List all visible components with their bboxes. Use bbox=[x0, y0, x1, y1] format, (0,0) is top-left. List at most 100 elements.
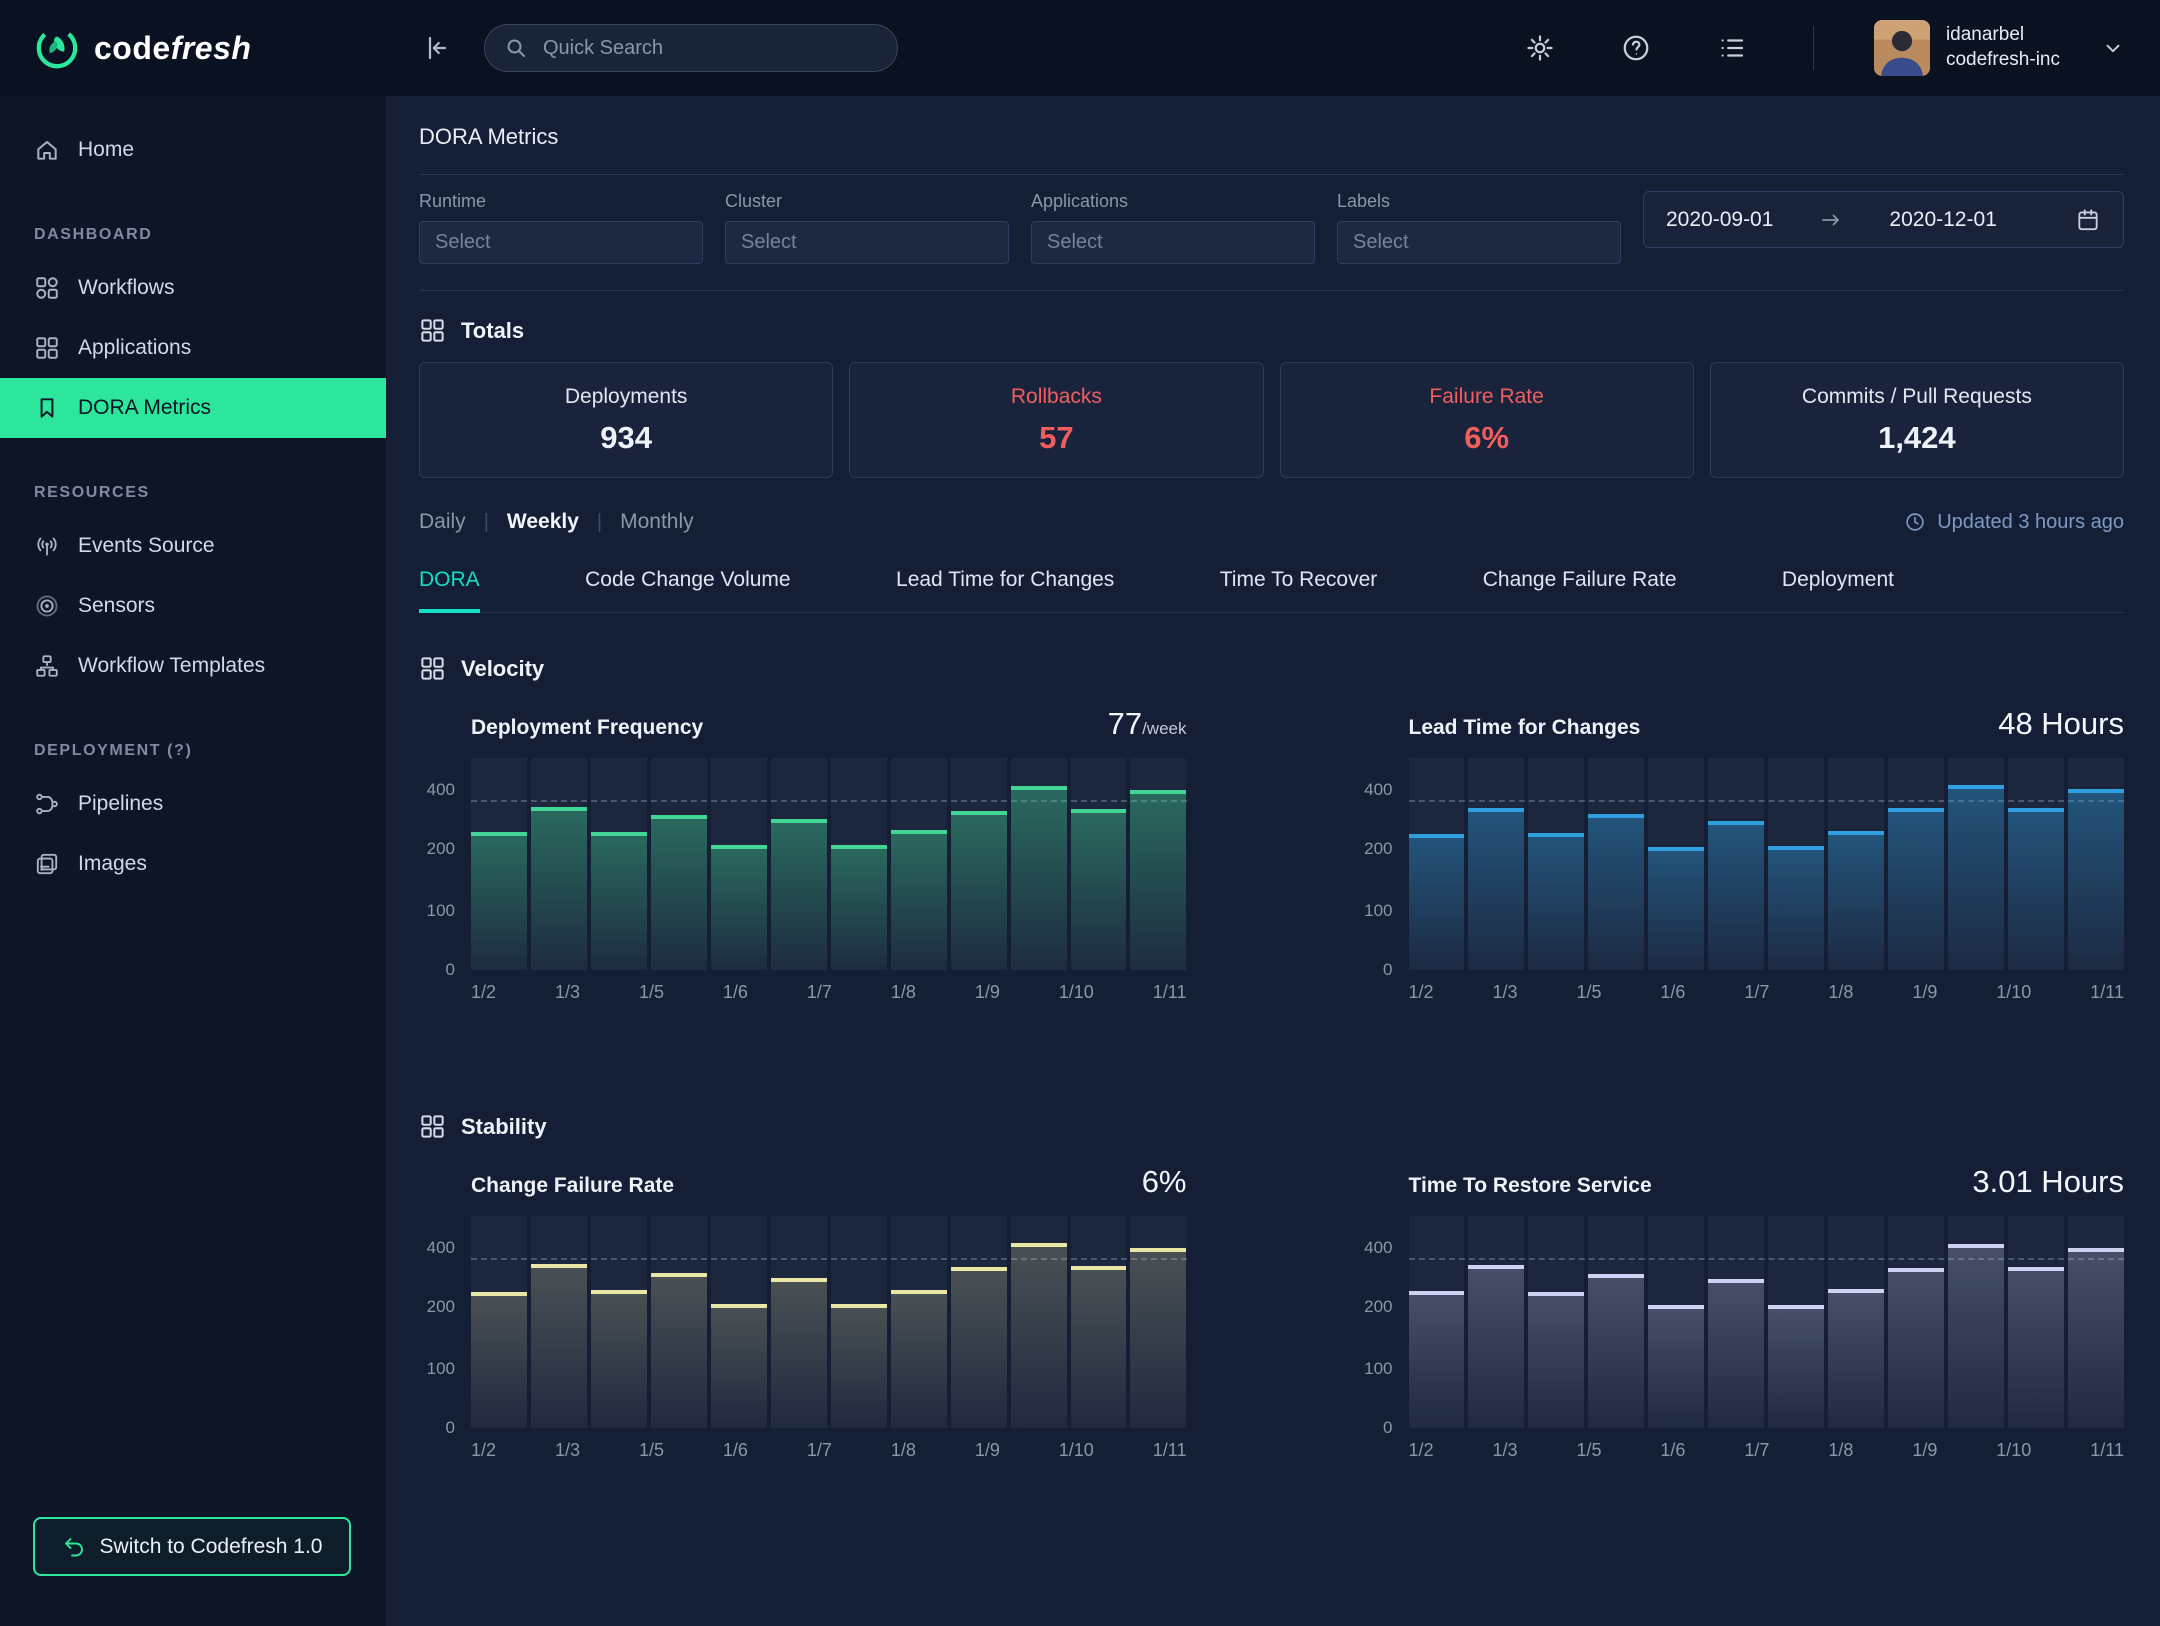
applications-icon bbox=[34, 335, 60, 361]
metric-tabs: DORA Code Change Volume Lead Time for Ch… bbox=[419, 568, 2124, 613]
collapse-sidebar-button[interactable] bbox=[414, 27, 456, 69]
bar bbox=[891, 1290, 947, 1428]
bar-column bbox=[1828, 1216, 1884, 1428]
changelog-button[interactable] bbox=[1711, 27, 1753, 69]
settings-button[interactable] bbox=[1519, 27, 1561, 69]
tab-dora[interactable]: DORA bbox=[419, 568, 480, 613]
filter-runtime: Runtime Select bbox=[419, 191, 703, 264]
sidebar-item-label: Applications bbox=[78, 336, 191, 360]
card-label: Failure Rate bbox=[1429, 385, 1543, 409]
y-axis-tick: 200 bbox=[427, 839, 455, 859]
cluster-select[interactable]: Select bbox=[725, 221, 1009, 264]
x-axis-label: 1/9 bbox=[975, 1440, 1000, 1461]
clock-icon bbox=[1904, 511, 1926, 533]
tab-deployment[interactable]: Deployment bbox=[1782, 568, 1894, 613]
sidebar-item-dora-metrics[interactable]: DORA Metrics bbox=[0, 378, 386, 438]
runtime-select[interactable]: Select bbox=[419, 221, 703, 264]
bar-column bbox=[1011, 758, 1067, 970]
codefresh-logo[interactable]: codefresh bbox=[34, 25, 386, 71]
applications-select[interactable]: Select bbox=[1031, 221, 1315, 264]
card-value: 1,424 bbox=[1878, 420, 1956, 456]
bar bbox=[1130, 790, 1186, 970]
x-axis-label: 1/11 bbox=[2090, 982, 2124, 1003]
bar-column bbox=[711, 758, 767, 970]
deployment-frequency-chart: Deployment Frequency 77/week 4002001000 … bbox=[419, 706, 1187, 1003]
bar bbox=[1708, 1279, 1764, 1428]
bar bbox=[1071, 809, 1127, 970]
card-deployments: Deployments 934 bbox=[419, 362, 833, 478]
x-axis-label: 1/6 bbox=[1660, 1440, 1685, 1461]
header-divider bbox=[1813, 26, 1814, 70]
sidebar-item-workflows[interactable]: Workflows bbox=[0, 258, 386, 318]
sidebar-item-workflow-templates[interactable]: Workflow Templates bbox=[0, 636, 386, 696]
changelog-list-icon bbox=[1717, 33, 1747, 63]
section-title: Stability bbox=[461, 1114, 547, 1140]
logo-text: codefresh bbox=[94, 30, 251, 67]
chevron-down-icon[interactable] bbox=[2102, 37, 2124, 59]
calendar-icon bbox=[2075, 207, 2101, 233]
sidebar-item-applications[interactable]: Applications bbox=[0, 318, 386, 378]
sidebar-item-images[interactable]: Images bbox=[0, 834, 386, 894]
bar bbox=[2068, 1248, 2124, 1428]
x-axis-label: 1/7 bbox=[807, 1440, 832, 1461]
labels-select[interactable]: Select bbox=[1337, 221, 1621, 264]
sidebar-item-label: Images bbox=[78, 852, 147, 876]
velocity-charts-row: Deployment Frequency 77/week 4002001000 … bbox=[419, 706, 2124, 1003]
section-title-dashboard: DASHBOARD bbox=[34, 226, 386, 244]
y-axis: 4002001000 bbox=[419, 758, 471, 970]
sidebar: Home DASHBOARD Workflows Applications DO… bbox=[0, 96, 386, 1626]
user-menu[interactable]: idanarbel codefresh-inc bbox=[1874, 20, 2124, 76]
bar-column bbox=[1828, 758, 1884, 970]
filter-label: Cluster bbox=[725, 191, 1009, 212]
tab-change-failure-rate[interactable]: Change Failure Rate bbox=[1483, 568, 1677, 613]
bar-column bbox=[591, 1216, 647, 1428]
bar bbox=[1011, 1243, 1067, 1429]
gear-icon bbox=[1525, 33, 1555, 63]
bar-column bbox=[831, 758, 887, 970]
card-value: 6% bbox=[1464, 420, 1509, 456]
filter-label: Applications bbox=[1031, 191, 1315, 212]
bar bbox=[1528, 833, 1584, 970]
bar bbox=[1468, 1265, 1524, 1428]
bar bbox=[1588, 814, 1644, 970]
y-axis: 4002001000 bbox=[1357, 758, 1409, 970]
separator: | bbox=[597, 511, 602, 534]
tab-lead-time-for-changes[interactable]: Lead Time for Changes bbox=[896, 568, 1114, 613]
dora-metrics-icon bbox=[34, 395, 60, 421]
bar bbox=[771, 1278, 827, 1428]
sidebar-item-sensors[interactable]: Sensors bbox=[0, 576, 386, 636]
x-axis-label: 1/5 bbox=[639, 1440, 664, 1461]
sidebar-item-events-source[interactable]: Events Source bbox=[0, 516, 386, 576]
granularity-weekly[interactable]: Weekly bbox=[507, 510, 579, 534]
bar-column bbox=[891, 1216, 947, 1428]
sidebar-item-pipelines[interactable]: Pipelines bbox=[0, 774, 386, 834]
search-input[interactable] bbox=[484, 24, 898, 72]
bar-column bbox=[1768, 1216, 1824, 1428]
filter-label: Runtime bbox=[419, 191, 703, 212]
bar bbox=[1588, 1274, 1644, 1428]
switch-version-button[interactable]: Switch to Codefresh 1.0 bbox=[33, 1517, 351, 1576]
x-axis-label: 1/7 bbox=[1744, 1440, 1769, 1461]
sidebar-item-label: Pipelines bbox=[78, 792, 163, 816]
tab-code-change-volume[interactable]: Code Change Volume bbox=[585, 568, 790, 613]
help-button[interactable] bbox=[1615, 27, 1657, 69]
granularity-monthly[interactable]: Monthly bbox=[620, 510, 694, 534]
y-axis-tick: 400 bbox=[1364, 780, 1392, 800]
bar bbox=[1828, 1289, 1884, 1428]
images-icon bbox=[34, 851, 60, 877]
search-icon bbox=[504, 36, 528, 60]
sidebar-item-home[interactable]: Home bbox=[0, 120, 386, 180]
bar-column bbox=[951, 758, 1007, 970]
bar-column bbox=[1468, 758, 1524, 970]
x-axis-label: 1/2 bbox=[471, 1440, 496, 1461]
bar bbox=[651, 815, 707, 970]
granularity-daily[interactable]: Daily bbox=[419, 510, 466, 534]
bar-column bbox=[1409, 758, 1465, 970]
y-axis-tick: 0 bbox=[446, 960, 455, 980]
date-range-picker[interactable]: 2020-09-01 2020-12-01 bbox=[1643, 191, 2124, 248]
totals-header: Totals bbox=[419, 317, 2124, 344]
tab-time-to-recover[interactable]: Time To Recover bbox=[1220, 568, 1378, 613]
bar-column bbox=[471, 758, 527, 970]
bar bbox=[1708, 821, 1764, 970]
bar-column bbox=[1011, 1216, 1067, 1428]
